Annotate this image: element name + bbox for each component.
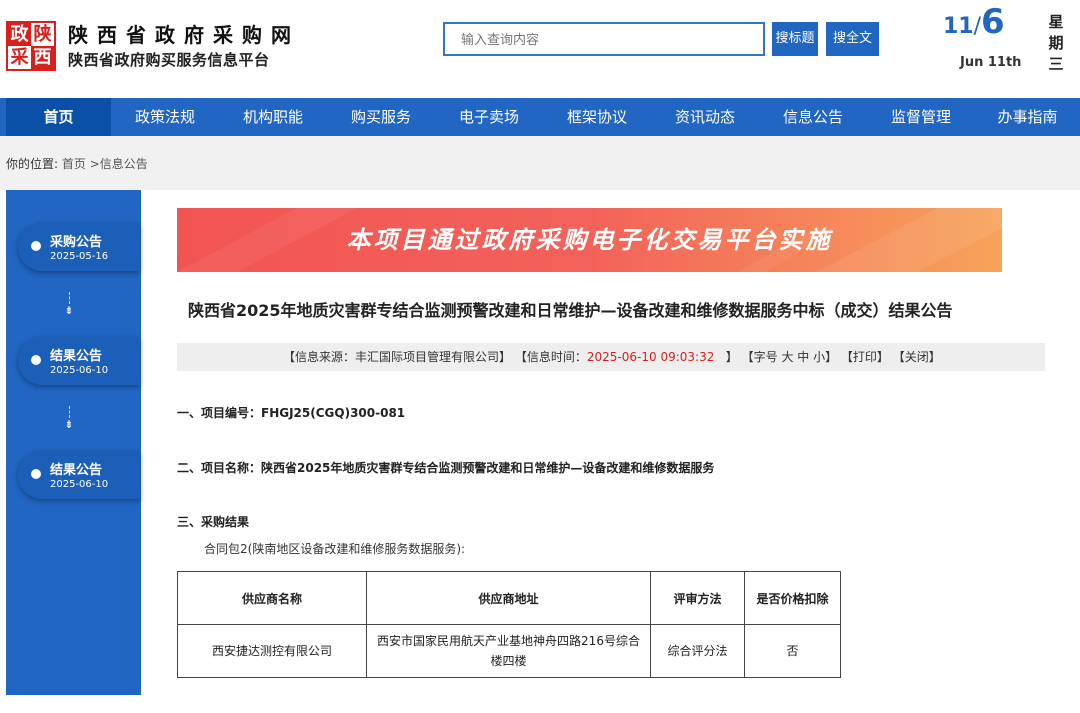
print-link[interactable]: 【打印】 [841, 350, 889, 364]
breadcrumb-bar: 你的位置: 首页 >信息公告 [0, 136, 1080, 190]
nav-item-e-mall[interactable]: 电子卖场 [435, 98, 543, 136]
meta-time-suffix: 】 [725, 350, 738, 364]
close-link[interactable]: 【关闭】 [893, 350, 941, 364]
nav-item-announcements[interactable]: 信息公告 [759, 98, 867, 136]
review-method-cell: 综合评分法 [650, 624, 745, 678]
nav-item-news[interactable]: 资讯动态 [651, 98, 759, 136]
site-logo[interactable]: 政 陕 采 西 [6, 21, 56, 71]
timeline-dot-icon [31, 469, 41, 479]
contract-package-line: 合同包2(陕南地区设备改建和维修服务数据服务): [204, 542, 466, 556]
project-name: 二、项目名称：陕西省2025年地质灾害群专结合监测预警改建和日常维护—设备改建和… [177, 461, 715, 475]
breadcrumb-prefix: 你的位置: [6, 157, 59, 171]
table-header-cell: 供应商地址 [366, 571, 651, 625]
nav-item-supervision[interactable]: 监督管理 [867, 98, 975, 136]
weekday-char: 期 [1048, 34, 1064, 52]
weekday-char: 星 [1048, 13, 1064, 31]
site-header: 政 陕 采 西 陕西省政府采购网 陕西省政府购买服务信息平台 搜标题 搜全文 1… [0, 0, 1080, 98]
search-fulltext-button[interactable]: 搜全文 [826, 22, 879, 56]
timeline-item-result-notice[interactable]: 结果公告 2025-06-10 [18, 451, 140, 499]
date-day: 6 [981, 2, 1005, 42]
timeline-item-date: 2025-06-10 [50, 479, 109, 490]
notice-meta-bar: 【信息来源：丰汇国际项目管理有限公司】 【信息时间：2025-06-10 09:… [177, 343, 1045, 371]
banner-text: 本项目通过政府采购电子化交易平台实施 [346, 226, 833, 254]
logo-char: 陕 [31, 23, 54, 46]
breadcrumb: 你的位置: 首页 >信息公告 [6, 155, 148, 172]
nav-item-institutions[interactable]: 机构职能 [219, 98, 327, 136]
table-header-cell: 供应商名称 [177, 571, 367, 625]
nav-item-framework[interactable]: 框架协议 [543, 98, 651, 136]
meta-time: 2025-06-10 09:03:32 [586, 350, 715, 364]
font-size-control[interactable]: 【字号 大 中 小】 [742, 350, 837, 364]
nav-item-guide[interactable]: 办事指南 [975, 98, 1080, 136]
weekday-char: 三 [1048, 55, 1064, 73]
nav-item-purchase-service[interactable]: 购买服务 [327, 98, 435, 136]
notice-title: 陕西省2025年地质灾害群专结合监测预警改建和日常维护—设备改建和维修数据服务中… [188, 301, 953, 320]
search-title-button[interactable]: 搜标题 [772, 22, 818, 56]
supplier-name-cell: 西安捷达测控有限公司 [177, 624, 367, 678]
breadcrumb-current[interactable]: 信息公告 [100, 157, 148, 171]
notice-meta: 【信息来源：丰汇国际项目管理有限公司】 【信息时间：2025-06-10 09:… [283, 343, 941, 371]
result-table: 供应商名称 供应商地址 评审方法 是否价格扣除 西安捷达测控有限公司 西安市国家… [177, 571, 841, 678]
timeline-item-title: 结果公告 [50, 463, 103, 478]
site-subtitle: 陕西省政府购买服务信息平台 [68, 51, 270, 69]
timeline-dot-icon [31, 355, 41, 365]
date-month: 11 [943, 14, 974, 39]
nav-item-home[interactable]: 首页 [6, 98, 111, 136]
breadcrumb-home-link[interactable]: 首页 [62, 157, 86, 171]
meta-source: 丰汇国际项目管理有限公司 [355, 350, 500, 364]
timeline-item-title: 结果公告 [50, 349, 103, 364]
breadcrumb-separator: > [89, 157, 100, 171]
nav-item-policy[interactable]: 政策法规 [111, 98, 219, 136]
meta-source-suffix: 】 [499, 350, 512, 364]
platform-banner: 本项目通过政府采购电子化交易平台实施 [177, 208, 1002, 272]
timeline-item-result-notice[interactable]: 结果公告 2025-06-10 [18, 337, 140, 385]
date-month-day: 11/6 [943, 2, 1005, 42]
site-title: 陕西省政府采购网 [68, 23, 300, 47]
table-header-row: 供应商名称 供应商地址 评审方法 是否价格扣除 [177, 571, 841, 625]
procurement-result-heading: 三、采购结果 [177, 515, 250, 529]
meta-source-prefix: 【信息来源： [283, 350, 356, 364]
table-header-cell: 是否价格扣除 [744, 571, 841, 625]
logo-char: 采 [8, 46, 31, 69]
supplier-address-cell: 西安市国家民用航天产业基地神舟四路216号综合楼四楼 [366, 624, 651, 678]
table-header-cell: 评审方法 [650, 571, 745, 625]
timeline-dot-icon [31, 241, 41, 251]
timeline-item-date: 2025-06-10 [50, 365, 109, 376]
logo-char: 政 [8, 23, 31, 46]
date-slash: / [973, 14, 982, 39]
timeline-down-arrow-icon: ⇟ [59, 292, 79, 316]
logo-char: 西 [31, 46, 54, 69]
timeline-item-procurement-notice[interactable]: 采购公告 2025-05-16 [18, 223, 140, 271]
project-number: 一、项目编号：FHGJ25(CGQ)300-081 [177, 406, 406, 420]
timeline-item-title: 采购公告 [50, 235, 103, 250]
timeline-sidebar: 采购公告 2025-05-16 ⇟ 结果公告 2025-06-10 ⇟ 结果公告… [6, 190, 141, 695]
search-input[interactable] [443, 22, 765, 56]
date-english: Jun 11th [960, 55, 1022, 70]
price-deduction-cell: 否 [744, 624, 841, 678]
meta-time-prefix: 【信息时间： [514, 350, 587, 364]
timeline-down-arrow-icon: ⇟ [59, 406, 79, 430]
date-widget: 11/6 Jun 11th 星 期 三 [940, 0, 1080, 98]
timeline-item-date: 2025-05-16 [50, 251, 109, 262]
main-nav: 首页 政策法规 机构职能 购买服务 电子卖场 框架协议 资讯动态 信息公告 监督… [0, 98, 1080, 136]
table-row: 西安捷达测控有限公司 西安市国家民用航天产业基地神舟四路216号综合楼四楼 综合… [177, 624, 841, 678]
weekday: 星 期 三 [1047, 12, 1065, 75]
